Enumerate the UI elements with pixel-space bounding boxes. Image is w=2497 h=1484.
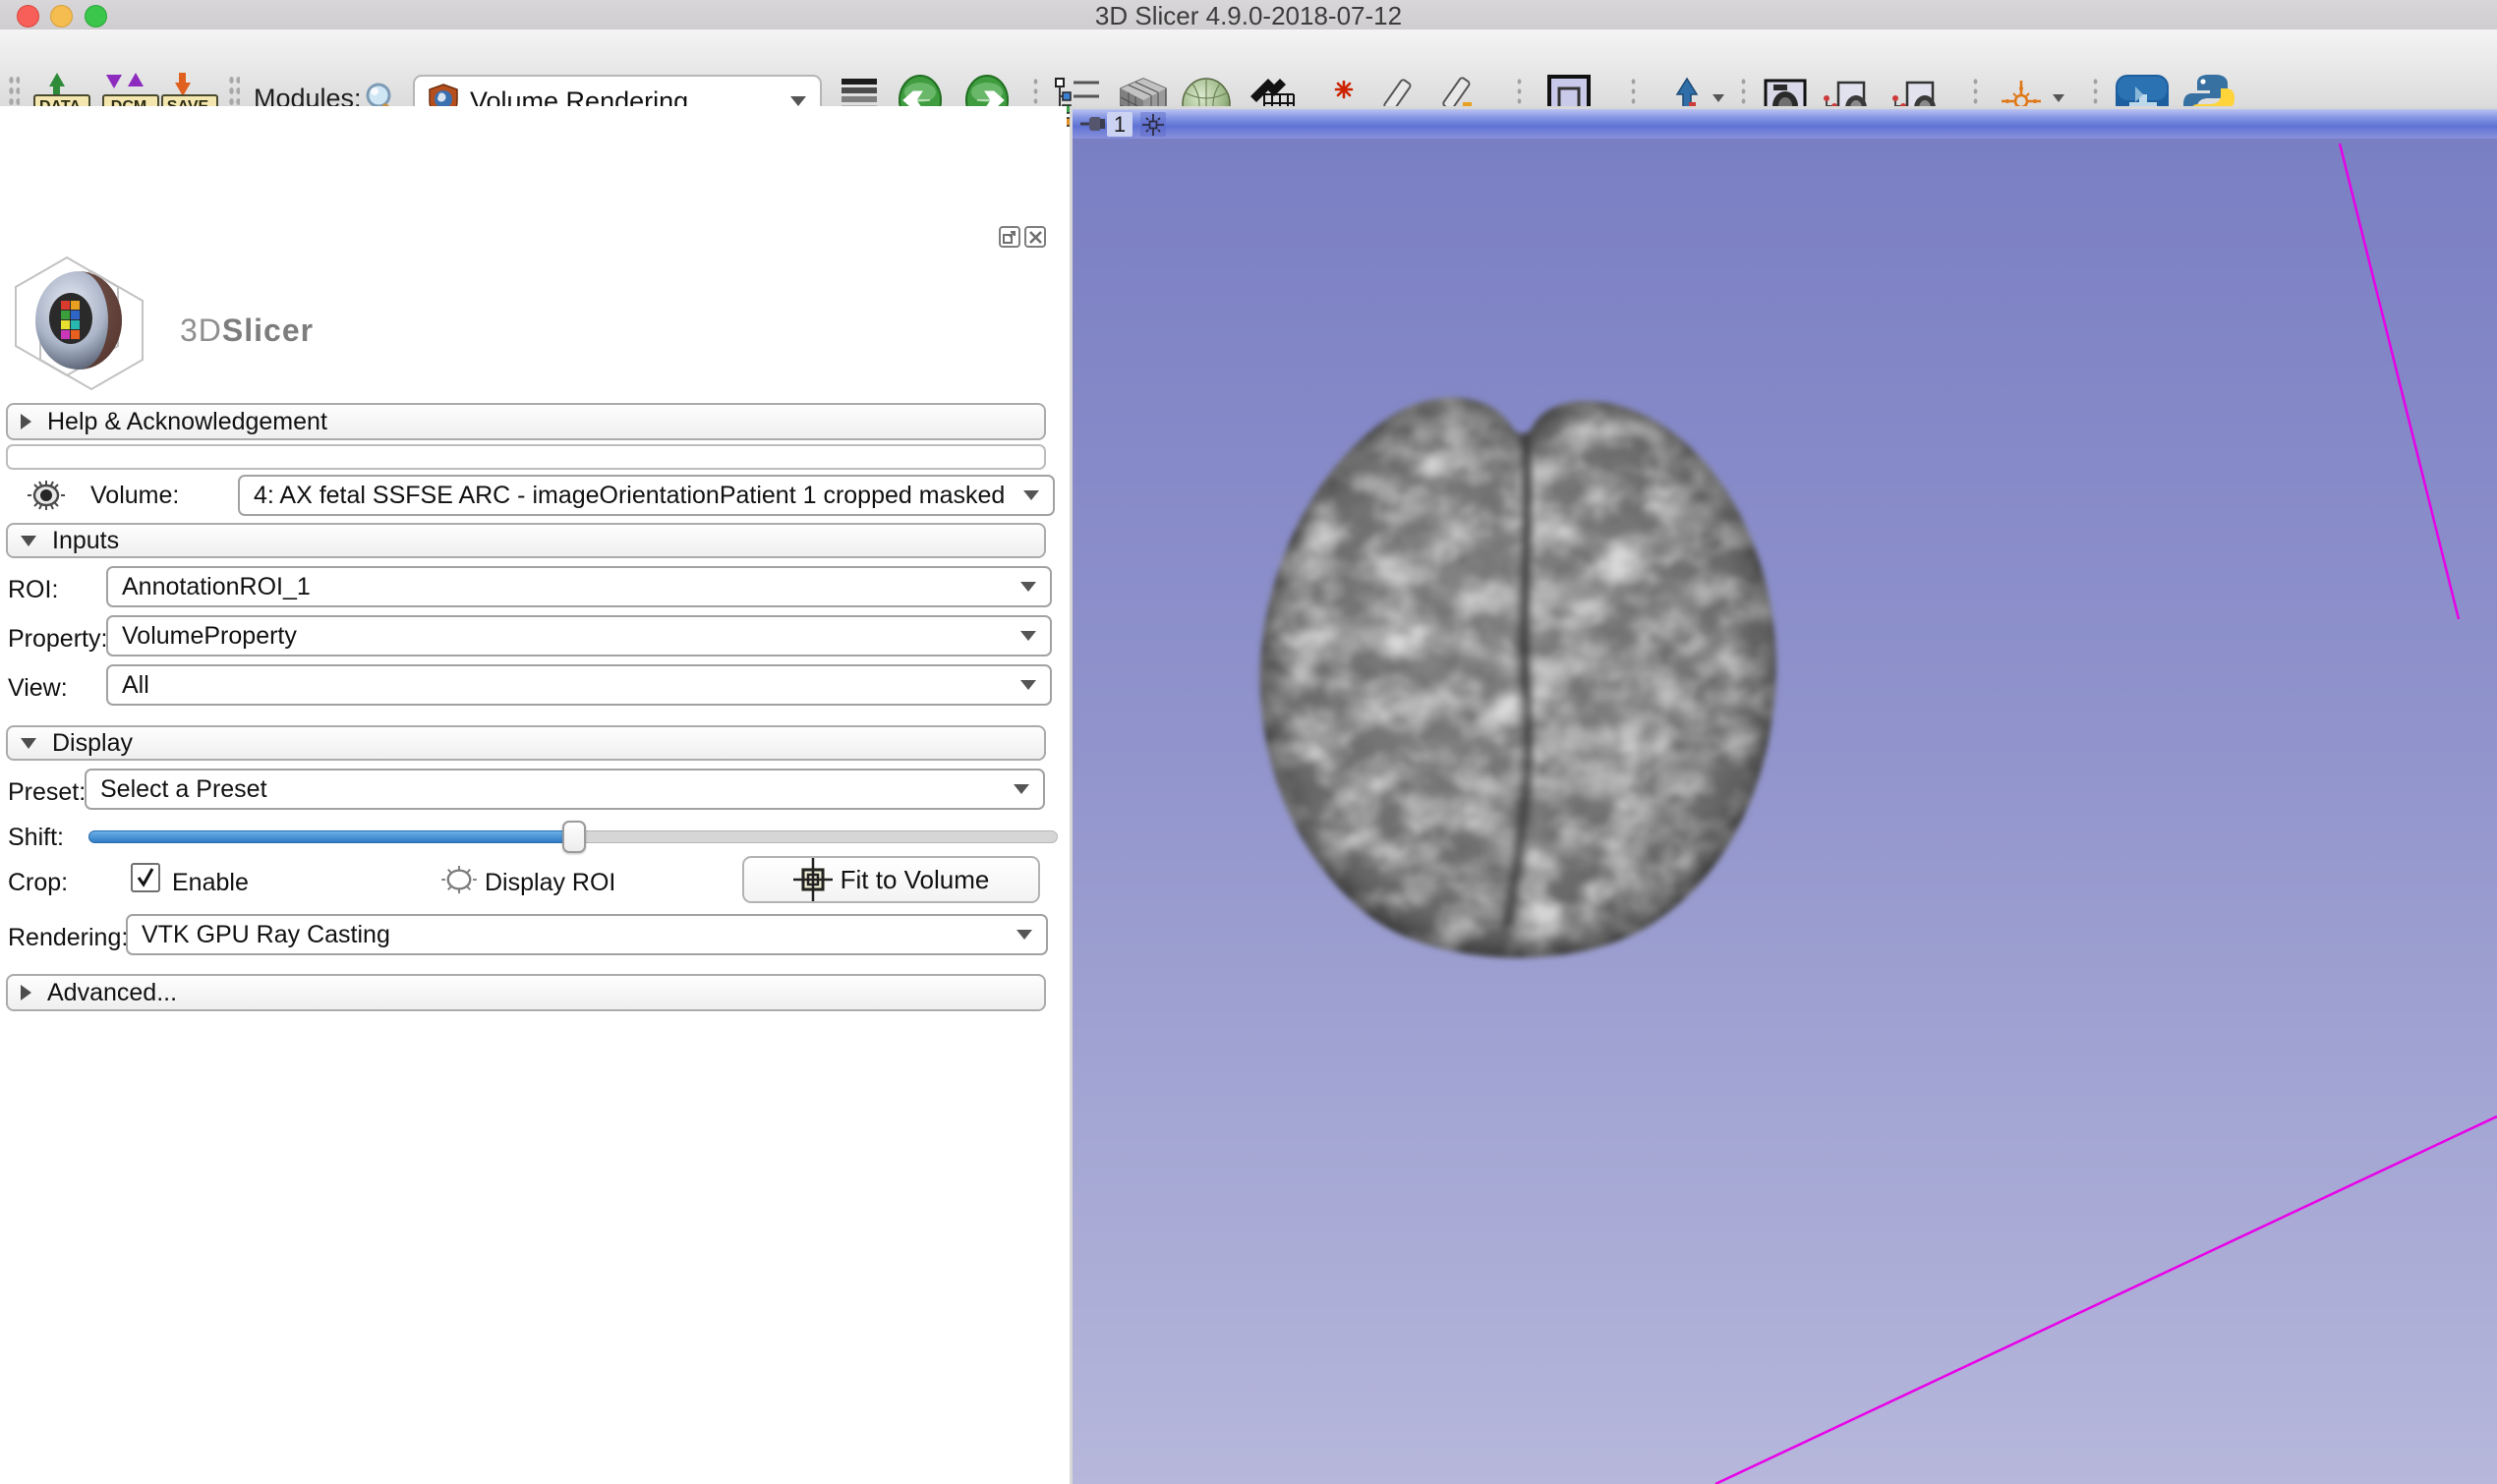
collapsed-arrow-icon (21, 985, 31, 1000)
chevron-down-icon (1023, 490, 1039, 500)
preset-value: Select a Preset (100, 775, 1014, 804)
chevron-down-icon (790, 96, 806, 106)
inputs-section-header[interactable]: Inputs (6, 523, 1046, 558)
property-label: Property: (8, 625, 107, 654)
shift-slider-fill (88, 830, 574, 843)
logo-3d: 3D (180, 313, 222, 348)
view-crosshair-button[interactable] (1140, 112, 1166, 137)
expanded-arrow-icon (21, 738, 36, 749)
fit-to-volume-icon (793, 858, 833, 901)
module-panel: 3DSlicer Help & Acknowledgement Volume: … (0, 106, 1067, 1484)
down-arrow-icon (106, 75, 122, 88)
chevron-down-icon[interactable] (1713, 94, 1724, 102)
slicer-logo-text: 3DSlicer (180, 313, 314, 349)
crop-label: Crop: (8, 869, 68, 897)
collapsed-arrow-icon (21, 414, 31, 429)
advanced-header-label: Advanced... (47, 979, 177, 1007)
display-section-header[interactable]: Display (6, 725, 1046, 761)
brain-volume-rendering (1246, 371, 1784, 978)
expanded-arrow-icon (21, 536, 36, 546)
view-combobox[interactable]: All (106, 664, 1052, 706)
fit-to-volume-label: Fit to Volume (841, 865, 990, 895)
view-label: View: (8, 674, 68, 703)
help-header-label: Help & Acknowledgement (47, 408, 327, 436)
slicer-logo (8, 250, 175, 402)
display-roi-visibility-icon[interactable] (441, 865, 477, 899)
chevron-down-icon (1014, 784, 1029, 794)
float-window-icon (1003, 230, 1016, 244)
crop-enable-label: Enable (172, 869, 249, 897)
checkmark-icon (135, 867, 156, 888)
view-value: All (122, 671, 1020, 700)
inputs-header-label: Inputs (52, 527, 119, 555)
preset-label: Preset: (8, 778, 86, 807)
volume-label: Volume: (90, 482, 179, 510)
empty-collapsible-bar (6, 444, 1046, 470)
slicer-logo-icon (8, 250, 175, 397)
main-toolbar: DATA DCM SAVE Modules: (0, 29, 2497, 108)
chevron-down-icon[interactable] (2053, 94, 2064, 102)
chevron-down-icon (1020, 582, 1036, 592)
property-combobox[interactable]: VolumeProperty (106, 615, 1052, 656)
chevron-down-icon (1020, 631, 1036, 641)
rendering-label: Rendering: (8, 924, 128, 952)
view-number: 1 (1114, 112, 1126, 138)
rendering-combobox[interactable]: VTK GPU Ray Casting (126, 914, 1048, 955)
volume-combobox[interactable]: 4: AX fetal SSFSE ARC - imageOrientation… (238, 475, 1055, 516)
crosshair-small-icon (1142, 114, 1164, 136)
slicer-app-window: 3D Slicer 4.9.0-2018-07-12 DATA DCM SAVE… (0, 0, 2497, 1484)
window-title: 3D Slicer 4.9.0-2018-07-12 (0, 1, 2497, 31)
undock-panel-button[interactable] (999, 226, 1020, 248)
preset-combobox[interactable]: Select a Preset (85, 769, 1045, 810)
crop-enable-checkbox[interactable] (131, 863, 160, 892)
threed-view-header[interactable] (1073, 109, 2497, 139)
shift-label: Shift: (8, 824, 64, 852)
title-bar: 3D Slicer 4.9.0-2018-07-12 (0, 0, 2497, 30)
volume-visibility-icon[interactable] (28, 480, 65, 516)
roi-label: ROI: (8, 576, 58, 604)
help-acknowledgement-header[interactable]: Help & Acknowledgement (6, 403, 1046, 440)
logo-slicer: Slicer (222, 313, 314, 348)
chevron-down-icon (1016, 930, 1032, 940)
advanced-section-header[interactable]: Advanced... (6, 974, 1046, 1011)
fit-to-volume-button[interactable]: Fit to Volume (742, 856, 1040, 903)
roi-value: AnnotationROI_1 (122, 573, 1020, 601)
close-panel-button[interactable] (1024, 226, 1046, 248)
shift-slider-handle[interactable] (562, 821, 586, 853)
roi-combobox[interactable]: AnnotationROI_1 (106, 566, 1052, 607)
view-tab-label[interactable]: 1 (1107, 112, 1132, 137)
display-roi-label: Display ROI (485, 869, 615, 897)
close-icon (1029, 231, 1042, 244)
property-value: VolumeProperty (122, 622, 1020, 651)
display-header-label: Display (52, 729, 133, 758)
chevron-down-icon (1020, 680, 1036, 690)
volume-value: 4: AX fetal SSFSE ARC - imageOrientation… (254, 482, 1023, 510)
up-arrow-icon (128, 73, 144, 86)
pin-icon[interactable] (1079, 115, 1107, 138)
rendering-value: VTK GPU Ray Casting (142, 921, 1016, 949)
